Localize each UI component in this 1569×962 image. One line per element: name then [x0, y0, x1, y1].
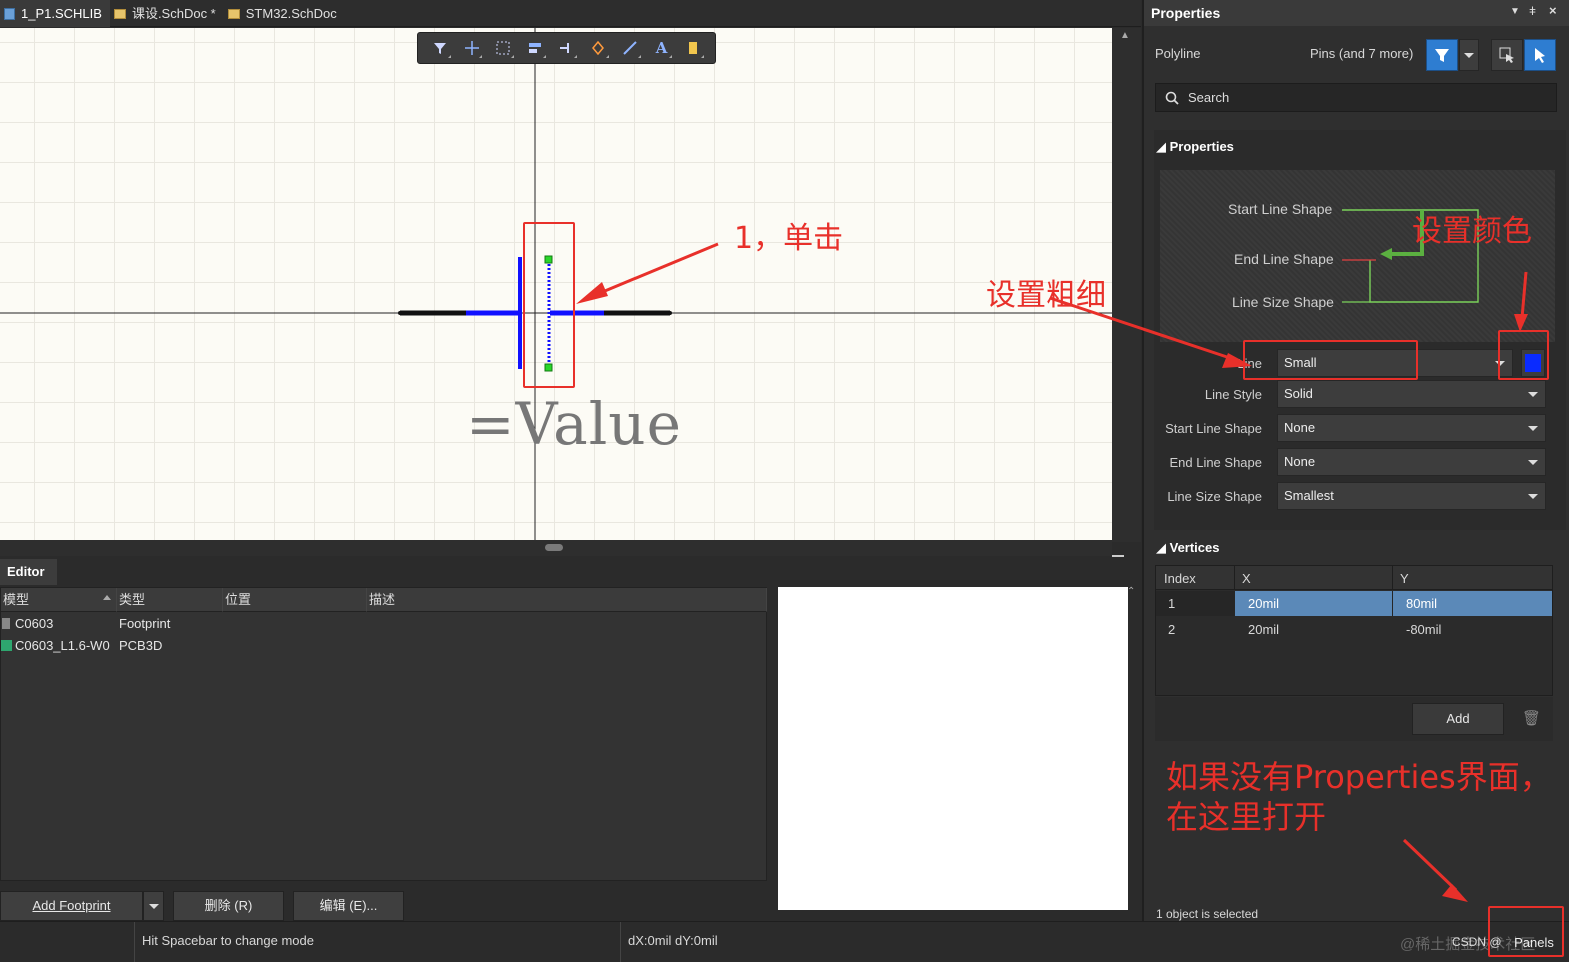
column-header-description[interactable]: 描述	[367, 588, 767, 612]
field-label-start-line-shape: Start Line Shape	[1165, 421, 1262, 436]
move-icon[interactable]	[456, 34, 488, 62]
annotation-color: 设置颜色	[1412, 214, 1532, 249]
field-label-line-size-shape: Line Size Shape	[1167, 489, 1262, 504]
canvas-vertical-scrollbar[interactable]: ▲	[1112, 28, 1141, 542]
value-label: =Value	[466, 390, 682, 458]
vertices-table: Index X Y 1 20mil 80mil 2 20mil -80mil	[1155, 565, 1553, 696]
annotation-open-props-2: 在这里打开	[1166, 798, 1327, 836]
scroll-thumb[interactable]	[545, 544, 563, 551]
select-icon	[1499, 47, 1514, 63]
editor-tab[interactable]: Editor	[0, 559, 57, 585]
column-header-index[interactable]: Index	[1164, 571, 1196, 586]
active-bar-toolbar: A	[417, 32, 716, 64]
filter-icon[interactable]	[424, 34, 456, 62]
chevron-down-icon	[1464, 53, 1474, 58]
annotation-click: 1，单击	[734, 221, 844, 256]
search-icon	[1165, 91, 1179, 105]
table-row[interactable]: C0603_L1.6-W0 PCB3D	[1, 635, 766, 657]
edit-button[interactable]: 编辑 (E)...	[293, 891, 404, 921]
sort-ascending-icon	[103, 595, 111, 600]
section-vertices-header[interactable]: ◢ Vertices	[1156, 540, 1219, 556]
chevron-down-icon	[1528, 460, 1538, 465]
filter-button[interactable]	[1426, 39, 1458, 71]
select-rectangle-icon[interactable]	[487, 34, 519, 62]
canvas-horizontal-scrollbar[interactable]	[0, 540, 1112, 556]
trash-icon[interactable]: 🗑	[1522, 709, 1541, 727]
annotation-arrow	[576, 242, 719, 304]
delete-button[interactable]: 删除 (R)	[173, 891, 284, 921]
chevron-down-icon	[1528, 392, 1538, 397]
table-row[interactable]: 1 20mil 80mil	[1156, 591, 1552, 616]
pin-icon[interactable]: ǂ	[1529, 4, 1536, 18]
place-line-icon[interactable]	[614, 34, 646, 62]
chevron-down-icon	[1528, 494, 1538, 499]
place-pin-icon[interactable]	[551, 34, 583, 62]
column-header-location[interactable]: 位置	[223, 588, 367, 612]
end-line-shape-dropdown[interactable]: None	[1277, 448, 1546, 476]
status-bar: Hit Spacebar to change mode dX:0mil dY:0…	[0, 921, 1569, 962]
object-kind: Polyline	[1155, 46, 1201, 61]
column-header-x[interactable]: X	[1242, 571, 1251, 586]
status-hint: Hit Spacebar to change mode	[142, 933, 314, 948]
chevron-up-icon[interactable]: ⌃	[1127, 586, 1135, 597]
filter-summary[interactable]: Pins (and 7 more)	[1310, 46, 1413, 61]
tab-schlib[interactable]: 1_P1.SCHLIB	[0, 0, 110, 27]
editor-tab-row	[0, 556, 1141, 585]
chevron-down-icon	[149, 904, 159, 909]
table-row[interactable]: 2 20mil -80mil	[1156, 617, 1552, 642]
pointer-icon	[1535, 48, 1545, 63]
column-header-model[interactable]: 模型	[1, 588, 117, 612]
panel-title: Properties	[1144, 0, 1569, 26]
status-delta: dX:0mil dY:0mil	[628, 933, 718, 948]
column-header-y[interactable]: Y	[1400, 571, 1409, 586]
annotation-arrow	[1049, 296, 1252, 368]
add-footprint-dropdown[interactable]	[143, 891, 164, 921]
model-table: 模型 类型 位置 描述 C0603 Footprint C0603_L1.6-W…	[0, 587, 767, 881]
field-label-end-line-shape: End Line Shape	[1169, 455, 1262, 470]
annotation-box-line-width	[1243, 340, 1418, 380]
panel-menu-icon[interactable]: ▼	[1510, 6, 1520, 17]
minimize-icon[interactable]	[1112, 555, 1124, 557]
schdoc-icon	[113, 8, 126, 19]
schlib-icon	[4, 7, 15, 20]
search-input[interactable]: Search	[1188, 90, 1229, 105]
chevron-down-icon	[1528, 426, 1538, 431]
field-label-line-style: Line Style	[1204, 387, 1262, 402]
add-vertex-button[interactable]: Add	[1412, 703, 1504, 735]
select-mode-button[interactable]	[1491, 39, 1523, 71]
start-line-shape-dropdown[interactable]: None	[1277, 414, 1546, 442]
annotation-arrow	[1402, 838, 1468, 902]
place-component-icon[interactable]	[677, 34, 709, 62]
selection-status: 1 object is selected	[1156, 907, 1259, 921]
pcb3d-icon	[1, 640, 12, 651]
place-ieee-icon[interactable]	[582, 34, 614, 62]
filter-icon	[1435, 49, 1449, 62]
pointer-mode-button[interactable]	[1524, 39, 1556, 71]
scroll-up-icon[interactable]: ▲	[1120, 30, 1130, 41]
annotation-box-color	[1498, 330, 1549, 380]
section-properties-header[interactable]: ◢ Properties	[1156, 139, 1234, 155]
add-footprint-button[interactable]: Add Footprint	[0, 891, 143, 921]
document-tab-bar: 1_P1.SCHLIB 课设.SchDoc * STM32.SchDoc	[0, 0, 1141, 27]
footprint-icon	[2, 618, 10, 629]
filter-dropdown[interactable]	[1459, 39, 1479, 71]
schdoc-icon	[227, 8, 240, 19]
line-size-shape-dropdown[interactable]: Smallest	[1277, 482, 1546, 510]
column-header-type[interactable]: 类型	[117, 588, 223, 612]
annotation-box-panels	[1488, 906, 1564, 957]
tab-stm32schdoc[interactable]: STM32.SchDoc	[224, 0, 345, 27]
line-style-dropdown[interactable]: Solid	[1277, 380, 1546, 408]
tab-kesheschdoc[interactable]: 课设.SchDoc *	[110, 0, 224, 27]
place-text-icon[interactable]: A	[646, 34, 678, 62]
search-box[interactable]: Search	[1155, 83, 1557, 112]
close-icon[interactable]: ×	[1549, 3, 1557, 18]
table-row[interactable]: C0603 Footprint	[1, 613, 766, 635]
model-preview	[778, 587, 1128, 910]
align-icon[interactable]	[519, 34, 551, 62]
